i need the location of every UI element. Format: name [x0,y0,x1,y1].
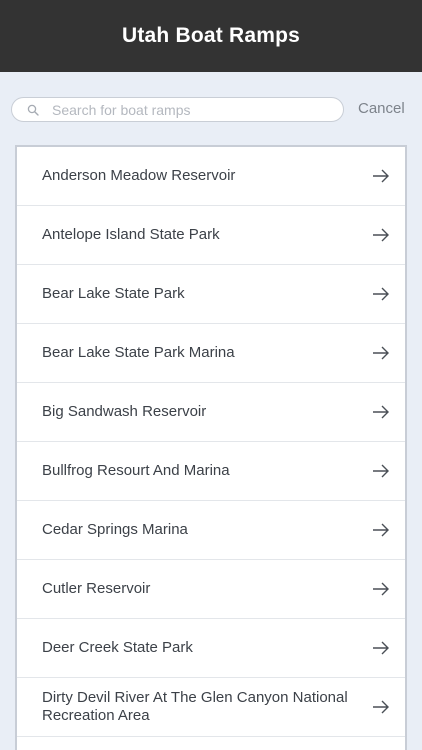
cancel-button[interactable]: Cancel [358,100,405,117]
search-field[interactable] [11,97,344,122]
list-item-label: Dirty Devil River At The Glen Canyon Nat… [42,689,348,724]
search-input[interactable] [52,101,322,118]
list-item-label: Bullfrog Resourt And Marina [42,462,230,479]
list-item[interactable]: Big Sandwash Reservoir [17,383,405,442]
list-item[interactable]: Cedar Springs Marina [17,501,405,560]
ramp-list: Anderson Meadow Reservoir Antelope Islan… [15,145,407,750]
list-item-label: Deer Creek State Park [42,639,193,656]
list-item[interactable]: Bear Lake State Park [17,265,405,324]
list-item-label: Bear Lake State Park Marina [42,344,235,361]
list-item[interactable]: Antelope Island State Park [17,206,405,265]
arrow-right-icon [371,227,391,243]
arrow-right-icon [371,699,391,715]
arrow-right-icon [371,404,391,420]
list-item-label: Big Sandwash Reservoir [42,403,207,420]
list-item[interactable]: Bear Lake State Park Marina [17,324,405,383]
arrow-right-icon [371,463,391,479]
list-item[interactable]: Cutler Reservoir [17,560,405,619]
list-item[interactable]: Bullfrog Resourt And Marina [17,442,405,501]
search-bar: Cancel [0,72,422,146]
arrow-right-icon [371,345,391,361]
list-item-label: Bear Lake State Park [42,285,185,302]
list-item[interactable]: Anderson Meadow Reservoir [17,147,405,206]
list-item[interactable]: Deer Creek State Park [17,619,405,678]
arrow-right-icon [371,168,391,184]
search-icon [26,103,40,117]
arrow-right-icon [371,522,391,538]
arrow-right-icon [371,286,391,302]
arrow-right-icon [371,640,391,656]
list-item-label: Anderson Meadow Reservoir [42,167,236,184]
list-item-label: Cedar Springs Marina [42,521,188,538]
page-title: Utah Boat Ramps [121,24,301,47]
arrow-right-icon [371,581,391,597]
list-item[interactable]: Dirty Devil River At The Glen Canyon Nat… [17,678,405,737]
list-item-label: Cutler Reservoir [42,580,151,597]
list-item-label: Antelope Island State Park [42,226,220,243]
navigation-bar: Utah Boat Ramps [0,0,422,72]
